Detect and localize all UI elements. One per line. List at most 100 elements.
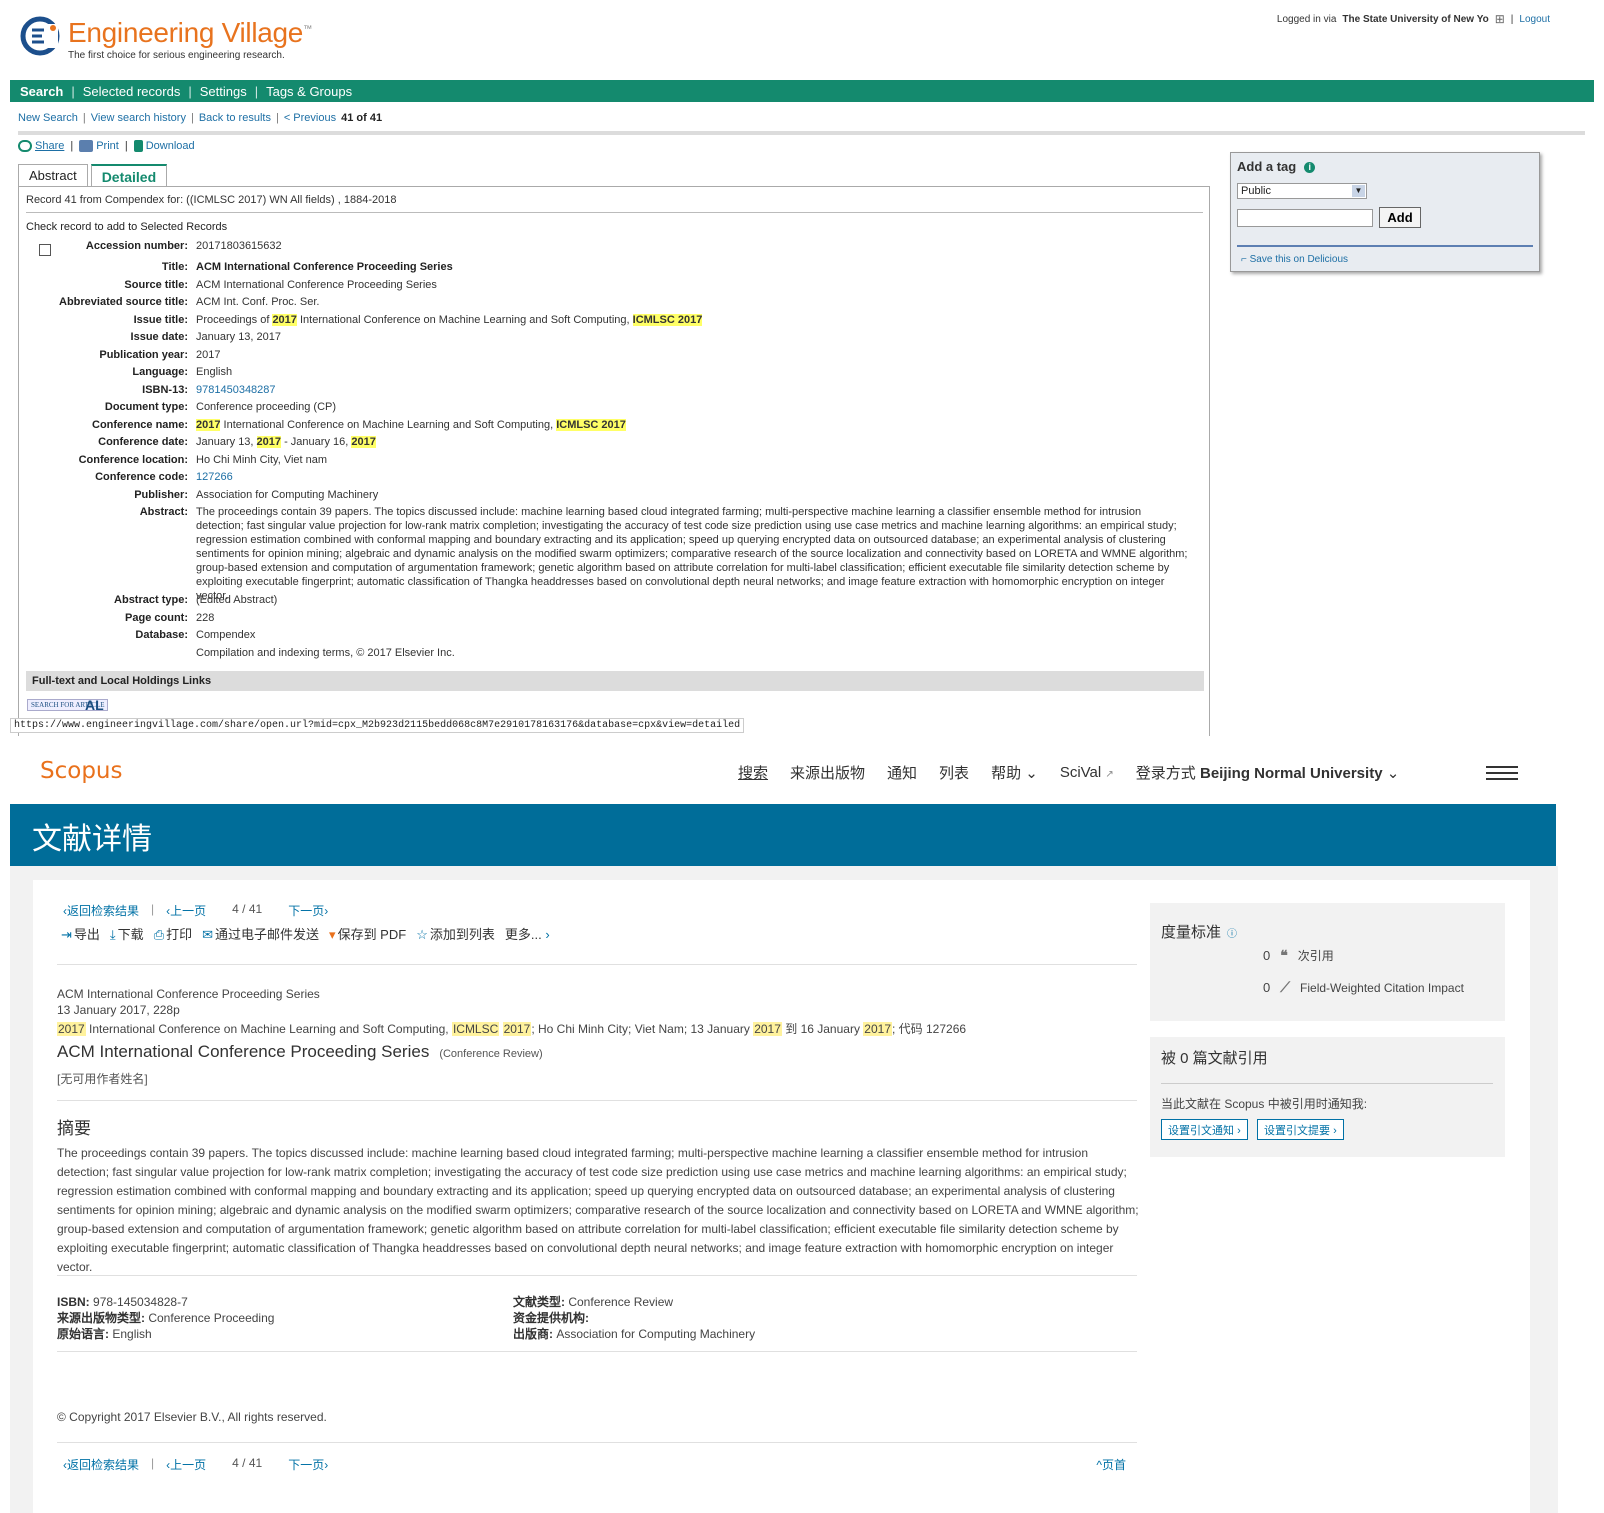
isbn-link[interactable]: 9781450348287 <box>196 384 276 396</box>
metadata-left: ISBN: 978-145034828-7 来源出版物类型: Conferenc… <box>57 1294 274 1342</box>
back-to-results-link[interactable]: ‹返回检索结果 <box>63 902 139 919</box>
nav-help[interactable]: 帮助 ⌄ <box>991 762 1038 783</box>
back-to-top-link[interactable]: ^页首 <box>1096 1456 1126 1473</box>
field-doc-type: Document type: Conference proceeding (CP) <box>19 400 1199 418</box>
set-citation-feed-button[interactable]: 设置引文提要 › <box>1257 1119 1344 1140</box>
add-tag-button[interactable]: Add <box>1379 207 1421 228</box>
local-holdings-icon[interactable]: AL <box>85 697 104 713</box>
prev-page-link[interactable]: ‹上一页 <box>166 902 206 919</box>
back-top-label: 页首 <box>1101 1458 1126 1472</box>
field-value: 228 <box>196 611 215 624</box>
logout-link[interactable]: Logout <box>1519 14 1550 25</box>
print-label: Print <box>96 140 119 152</box>
nav-settings[interactable]: Settings <box>200 84 247 99</box>
meta-isbn: ISBN: 978-145034828-7 <box>57 1294 274 1310</box>
next-page-link[interactable]: 下一页› <box>288 1456 328 1473</box>
page-banner: 文献详情 <box>10 804 1556 866</box>
text-part: ; 代码 127266 <box>892 1022 967 1036</box>
fwci-metric[interactable]: 0 ⟋ Field-Weighted Citation Impact <box>1263 979 1464 996</box>
chevron-right-icon: › <box>1333 1124 1337 1137</box>
result-pager-top: ‹返回检索结果 | ‹上一页 4 / 41 下一页› <box>63 902 328 919</box>
field-abbr-source: Abbreviated source title: ACM Int. Conf. … <box>19 295 1199 313</box>
tab-detailed[interactable]: Detailed <box>90 164 168 187</box>
search-history-link[interactable]: View search history <box>91 112 186 124</box>
scopus-logo[interactable]: Scopus <box>40 758 122 784</box>
field-value: The proceedings contain 39 papers. The t… <box>196 506 1188 602</box>
tag-visibility-select[interactable]: Public ▼ <box>1237 183 1367 199</box>
set-citation-alert-button[interactable]: 设置引文通知 › <box>1161 1119 1248 1140</box>
nav-search[interactable]: 搜索 <box>738 762 768 783</box>
highlight: 2017 <box>57 1022 86 1036</box>
source-title: ACM International Conference Proceeding … <box>57 987 320 1001</box>
nav-lists[interactable]: 列表 <box>939 762 969 783</box>
next-page-link[interactable]: 下一页› <box>288 902 328 919</box>
nav-tags-groups[interactable]: Tags & Groups <box>266 84 352 99</box>
ev-tabs: Abstract Detailed <box>18 164 168 187</box>
meta-source-type: 来源出版物类型: Conference Proceeding <box>57 1310 274 1326</box>
download-button[interactable]: Download <box>133 140 195 153</box>
add-to-list-button[interactable]: ☆ 添加到列表 <box>416 924 495 943</box>
field-label: Accession number: <box>85 240 188 252</box>
prev-page-link[interactable]: ‹上一页 <box>166 1456 206 1473</box>
email-button[interactable]: ✉ 通过电子邮件发送 <box>202 924 319 943</box>
new-search-link[interactable]: New Search <box>18 112 78 124</box>
nav-sources[interactable]: 来源出版物 <box>790 762 865 783</box>
info-icon[interactable]: ⓘ <box>1227 929 1237 940</box>
field-conf-code: Conference code: 127266 <box>19 470 1199 488</box>
field-title: Title: ACM International Conference Proce… <box>19 260 1199 278</box>
nav-search[interactable]: Search <box>20 84 63 99</box>
previous-link[interactable]: < Previous <box>284 112 336 124</box>
cited-by-heading: 被 0 篇文献引用 <box>1161 1050 1268 1067</box>
tag-input[interactable] <box>1237 209 1373 227</box>
hamburger-menu-icon[interactable] <box>1486 766 1518 780</box>
envelope-icon: ✉ <box>202 927 214 942</box>
field-label: Abstract: <box>139 506 188 518</box>
ev-logo[interactable]: Engineering Village™ The first choice fo… <box>18 14 318 64</box>
tab-abstract[interactable]: Abstract <box>18 164 88 187</box>
field-value: 2017 International Conference on Machine… <box>196 418 1199 436</box>
nav-alerts[interactable]: 通知 <box>887 762 917 783</box>
save-pdf-label: 保存到 PDF <box>337 927 407 942</box>
field-label <box>19 646 196 664</box>
highlight: ICMLSC 2017 <box>556 418 626 431</box>
chevron-right-icon: › <box>545 927 550 942</box>
delicious-label: Save this on Delicious <box>1249 254 1349 265</box>
expand-icon[interactable]: ⊞ <box>1495 12 1505 26</box>
field-page-count: Page count: 228 <box>19 611 1199 629</box>
info-icon[interactable]: i <box>1304 162 1316 174</box>
back-label: 返回检索结果 <box>67 1458 140 1472</box>
chevron-down-icon: ⌄ <box>1025 765 1038 782</box>
email-label: 通过电子邮件发送 <box>215 927 320 942</box>
save-delicious-link[interactable]: ⌐ Save this on Delicious <box>1241 254 1348 265</box>
highlight: 2017 <box>256 436 282 448</box>
text-part: ; Ho Chi Minh City; Viet Nam; 13 January <box>531 1022 754 1036</box>
share-icon <box>18 140 32 153</box>
print-button[interactable]: ⎙ 打印 <box>154 924 192 943</box>
text-part: International Conference on Machine Lear… <box>296 313 633 326</box>
nav-selected-records[interactable]: Selected records <box>83 84 181 99</box>
institution-login[interactable]: 登录方式 Beijing Normal University ⌄ <box>1136 762 1400 783</box>
page-title: 文献详情 <box>32 823 152 856</box>
nav-scival[interactable]: SciVal ↗ <box>1060 764 1114 781</box>
back-to-results-link[interactable]: Back to results <box>199 112 271 124</box>
prev-label: 上一页 <box>170 1458 207 1472</box>
record-line: Record 41 from Compendex for: ((ICMLSC 2… <box>26 194 397 206</box>
divider <box>57 1275 1137 1276</box>
field-value: Compendex <box>196 629 256 641</box>
field-value: January 13, 2017 - January 16, 2017 <box>196 435 1199 453</box>
field-label: Conference code: <box>95 471 188 483</box>
back-to-results-link[interactable]: ‹返回检索结果 <box>63 1456 139 1473</box>
highlight: ICMLSC <box>451 1022 500 1036</box>
print-button[interactable]: Print <box>79 140 119 153</box>
field-value: Conference proceeding (CP) <box>196 401 337 413</box>
more-button[interactable]: 更多... › <box>505 924 552 943</box>
field-value: ACM Int. Conf. Proc. Ser. <box>196 296 320 308</box>
conf-code-link[interactable]: 127266 <box>196 471 233 483</box>
share-button[interactable]: Share <box>18 140 64 153</box>
field-abstract: Abstract: The proceedings contain 39 pape… <box>19 505 1199 602</box>
export-button[interactable]: ⇥ 导出 <box>61 924 100 943</box>
download-button[interactable]: ⤓ 下载 <box>110 924 144 943</box>
save-pdf-button[interactable]: ▾ 保存到 PDF <box>329 924 406 943</box>
field-conf-date: Conference date: January 13, 2017 - Janua… <box>19 435 1199 453</box>
field-label: Source title: <box>124 278 188 291</box>
